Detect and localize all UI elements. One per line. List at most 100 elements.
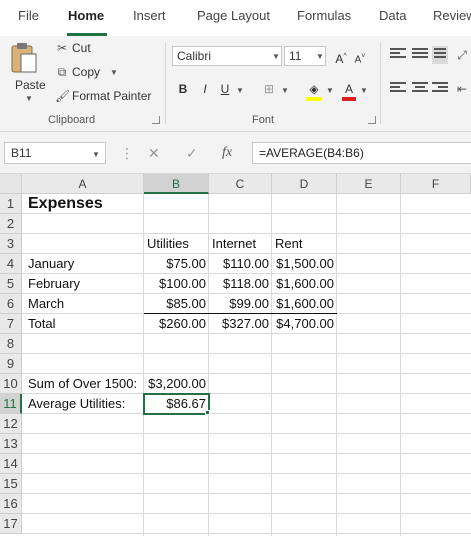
font-name-select[interactable]: Calibri — [172, 46, 282, 66]
row-label-cell[interactable]: Total — [26, 314, 57, 334]
decrease-indent-icon[interactable]: ⇤ — [455, 82, 469, 96]
rent-cell[interactable]: $1,500.00 — [272, 254, 336, 274]
summary-label-cell[interactable]: Average Utilities: — [26, 394, 127, 414]
header-utilities-cell[interactable]: Utilities — [145, 234, 191, 254]
summary-label-cell[interactable]: Sum of Over 1500: — [26, 374, 139, 394]
header-internet-cell[interactable]: Internet — [210, 234, 258, 254]
gridline — [22, 433, 471, 434]
italic-button[interactable]: I — [198, 80, 212, 98]
row-header[interactable]: 17 — [0, 514, 22, 534]
tab-review[interactable]: Review — [433, 8, 471, 23]
row-header[interactable]: 4 — [0, 254, 22, 274]
bold-button[interactable]: B — [176, 80, 190, 98]
row-header[interactable]: 5 — [0, 274, 22, 294]
row-label-cell[interactable]: January — [26, 254, 76, 274]
utilities-total-cell[interactable]: $260.00 — [144, 314, 208, 334]
column-header-b[interactable]: B — [144, 174, 209, 194]
fill-color-button[interactable]: ◈ — [306, 80, 322, 101]
align-top-icon[interactable] — [390, 48, 406, 62]
tab-page-layout[interactable]: Page Layout — [197, 8, 270, 23]
tab-data[interactable]: Data — [379, 8, 406, 23]
copy-button[interactable]: Copy — [72, 65, 100, 79]
internet-total-cell[interactable]: $327.00 — [209, 314, 271, 334]
ribbon: Paste ▼ ✂ Cut ⧉ Copy ▼ 🖌 Format Painter … — [0, 36, 471, 132]
row-header[interactable]: 12 — [0, 414, 22, 434]
dialog-launcher-icon[interactable] — [152, 116, 160, 124]
column-header-c[interactable]: C — [209, 174, 272, 194]
font-color-swatch — [342, 97, 356, 101]
column-header-a[interactable]: A — [22, 174, 144, 194]
internet-cell[interactable]: $99.00 — [209, 294, 271, 314]
utilities-cell[interactable]: $85.00 — [144, 294, 208, 314]
summary-value-cell[interactable]: $3,200.00 — [144, 374, 208, 394]
increase-font-size-button[interactable]: A^ — [334, 48, 348, 66]
paste-button[interactable]: Paste ▼ — [6, 40, 46, 106]
utilities-cell[interactable]: $75.00 — [144, 254, 208, 274]
clipboard-group-label: Clipboard — [48, 114, 96, 126]
group-separator — [165, 42, 166, 124]
align-right-icon[interactable] — [432, 82, 448, 96]
header-rent-cell[interactable]: Rent — [273, 234, 304, 254]
row-label-cell[interactable]: February — [26, 274, 82, 294]
row-header[interactable]: 16 — [0, 494, 22, 514]
enter-icon[interactable]: ✓ — [186, 145, 198, 162]
column-header-e[interactable]: E — [337, 174, 401, 194]
insert-function-button[interactable]: fx — [222, 145, 232, 161]
row-header[interactable]: 10 — [0, 374, 22, 394]
row-header[interactable]: 6 — [0, 294, 22, 314]
chevron-down-icon[interactable]: ▼ — [92, 150, 100, 159]
chevron-down-icon[interactable]: ▼ — [110, 68, 118, 77]
column-header-d[interactable]: D — [272, 174, 337, 194]
row-header[interactable]: 3 — [0, 234, 22, 254]
row-header[interactable]: 13 — [0, 434, 22, 454]
row-header[interactable]: 2 — [0, 214, 22, 234]
menu-bar: File Home Insert Page Layout Formulas Da… — [0, 0, 471, 36]
align-center-icon[interactable] — [412, 82, 428, 96]
tab-insert[interactable]: Insert — [133, 8, 166, 23]
orientation-icon[interactable]: ⤢ — [455, 48, 469, 62]
row-header[interactable]: 11 — [0, 394, 22, 414]
decrease-font-size-button[interactable]: A˅ — [353, 48, 367, 66]
chevron-down-icon: ▼ — [316, 52, 324, 61]
chevron-down-icon[interactable]: ▼ — [236, 86, 244, 95]
row-header[interactable]: 7 — [0, 314, 22, 334]
chevron-down-icon[interactable]: ▼ — [281, 86, 289, 95]
dialog-launcher-icon[interactable] — [368, 116, 376, 124]
select-all-button[interactable] — [0, 174, 22, 194]
sheet-title-cell[interactable]: Expenses — [26, 194, 105, 214]
align-left-icon[interactable] — [390, 82, 406, 96]
utilities-cell[interactable]: $100.00 — [144, 274, 208, 294]
cancel-icon[interactable]: ✕ — [148, 145, 160, 162]
row-header[interactable]: 1 — [0, 194, 22, 214]
row-header[interactable]: 14 — [0, 454, 22, 474]
name-box[interactable]: B11 — [4, 142, 106, 164]
spreadsheet-grid[interactable]: A B C D E F Expenses Utilities Internet … — [0, 174, 471, 536]
row-label-cell[interactable]: March — [26, 294, 66, 314]
column-header-f[interactable]: F — [401, 174, 471, 194]
align-bottom-icon[interactable] — [432, 46, 448, 64]
internet-cell[interactable]: $118.00 — [209, 274, 271, 294]
rent-total-cell[interactable]: $4,700.00 — [272, 314, 336, 334]
underline-button[interactable]: U — [218, 80, 232, 98]
tab-file[interactable]: File — [18, 8, 39, 23]
rent-cell[interactable]: $1,600.00 — [272, 294, 336, 314]
font-color-button[interactable]: A — [342, 80, 356, 101]
chevron-down-icon: ▼ — [272, 52, 280, 61]
tab-home[interactable]: Home — [68, 8, 104, 23]
chevron-down-icon[interactable]: ▼ — [326, 86, 334, 95]
chevron-down-icon[interactable]: ▼ — [360, 86, 368, 95]
borders-button[interactable]: ⊞ — [260, 80, 278, 98]
gridline — [22, 473, 471, 474]
rent-cell[interactable]: $1,600.00 — [272, 274, 336, 294]
internet-cell[interactable]: $110.00 — [209, 254, 271, 274]
format-painter-button[interactable]: Format Painter — [72, 89, 151, 103]
row-header[interactable]: 8 — [0, 334, 22, 354]
row-header[interactable]: 15 — [0, 474, 22, 494]
row-header[interactable]: 9 — [0, 354, 22, 374]
formula-input[interactable]: =AVERAGE(B4:B6) — [252, 142, 471, 164]
tab-formulas[interactable]: Formulas — [297, 8, 351, 23]
cut-button[interactable]: Cut — [72, 41, 91, 55]
fill-handle[interactable] — [205, 410, 210, 415]
gridline — [22, 533, 471, 534]
align-middle-icon[interactable] — [412, 48, 428, 62]
